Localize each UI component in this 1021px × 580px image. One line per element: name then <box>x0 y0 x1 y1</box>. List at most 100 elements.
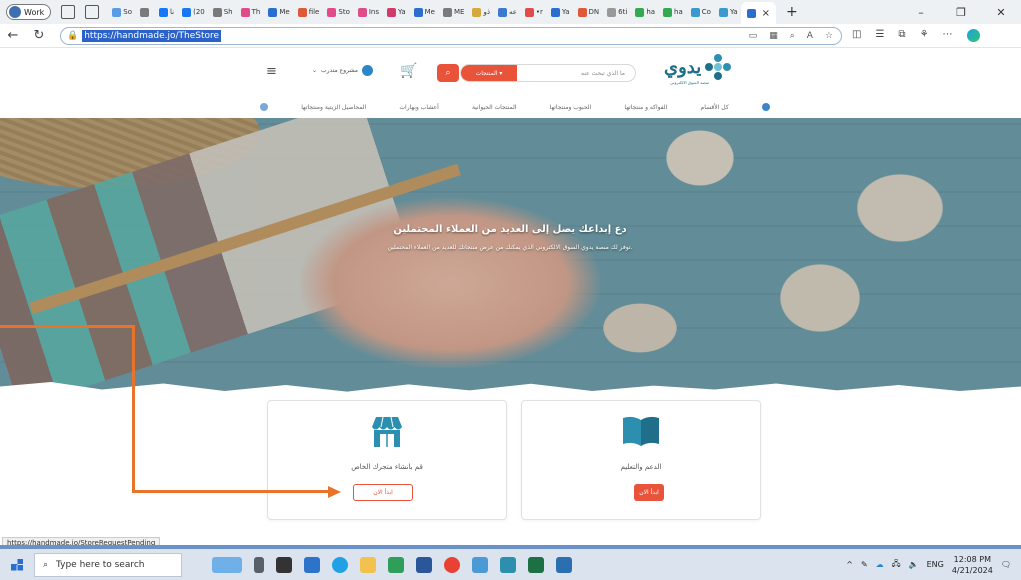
pen-icon[interactable]: ✎ <box>861 560 868 569</box>
tab-favicon-icon <box>663 7 673 17</box>
favorites-icon[interactable]: ☰ <box>875 29 884 42</box>
browser-tab[interactable]: DN <box>575 3 603 21</box>
browser-tab[interactable]: ha <box>632 3 658 21</box>
close-window-icon[interactable]: ✕ <box>981 6 1021 19</box>
browser-tab[interactable]: ذو <box>469 3 493 21</box>
more-icon[interactable]: ⋯ <box>943 29 953 42</box>
network-icon[interactable]: 🖧 <box>892 558 901 572</box>
refresh-icon[interactable]: ↻ <box>26 28 52 43</box>
tab-favicon-icon <box>297 7 307 17</box>
browser-tab[interactable]: file <box>295 3 323 21</box>
screen: Work So نا (20 Sh Th Me file Sto Ins Ya Me ME ذو عه •r… <box>0 0 1021 580</box>
browser-tab[interactable]: Ya <box>548 3 573 21</box>
browser-tab[interactable]: نا <box>156 3 177 21</box>
browser-tab[interactable] <box>137 3 154 21</box>
nav-item-oilcrops[interactable]: المحاصيل الزيتية ومنتجاتها <box>301 104 366 111</box>
split-screen-icon[interactable]: ◫ <box>852 29 861 42</box>
volume-icon[interactable]: 🔈 <box>909 560 919 569</box>
account-menu[interactable]: ⌄ مشروع متدرب <box>312 65 374 76</box>
nav-item-all[interactable]: كل الأقسام <box>701 104 729 111</box>
hamburger-menu-icon[interactable]: ≡ <box>266 64 277 79</box>
browser-tab[interactable]: ME <box>440 3 467 21</box>
tab-actions-icon[interactable] <box>85 5 100 19</box>
site-header: يدوي منصة السوق الالكتروني المنتجات ▾ ما… <box>0 48 1021 118</box>
hero-overlay <box>0 118 1021 395</box>
annotation-line <box>0 325 135 328</box>
search-button[interactable]: ⌕ <box>437 64 459 82</box>
profile-button[interactable]: Work <box>6 4 52 20</box>
widgets-icon[interactable] <box>212 556 242 573</box>
paint-icon[interactable] <box>556 556 572 573</box>
annotation-arrow-icon <box>328 486 341 498</box>
nav-item-animal[interactable]: المنتجات الحيوانية <box>472 104 516 111</box>
browser-tab[interactable]: Me <box>411 3 438 21</box>
browser-tab[interactable]: Me <box>265 3 292 21</box>
apps-icon[interactable]: ▦ <box>769 31 778 41</box>
search-input[interactable]: ما الذي تبحث عنه <box>517 70 635 77</box>
workspaces-icon[interactable] <box>61 5 76 19</box>
teams-icon[interactable] <box>304 556 320 573</box>
favorite-icon[interactable]: ☆ <box>825 31 833 41</box>
search-category-select[interactable]: المنتجات ▾ <box>461 65 517 81</box>
nav-item-herbs[interactable]: أعشاب وبهارات <box>399 104 438 111</box>
copilot-icon[interactable] <box>966 29 980 42</box>
restore-icon[interactable]: ❐ <box>941 6 981 19</box>
nav-item-grains[interactable]: الحبوب ومنتجاتها <box>550 104 592 111</box>
browser-tab[interactable]: ha <box>660 3 686 21</box>
notifications-icon[interactable]: 🗨 <box>1001 560 1011 569</box>
browser-tab[interactable]: Sto <box>324 3 352 21</box>
start-button[interactable] <box>0 558 34 571</box>
excel-icon[interactable] <box>528 556 544 573</box>
tray-chevron-icon[interactable]: ^ <box>846 560 853 569</box>
mail-icon[interactable] <box>472 556 488 573</box>
edge-icon[interactable] <box>332 556 348 573</box>
browser-tab[interactable]: Co <box>688 3 714 21</box>
back-icon[interactable]: ← <box>0 28 26 43</box>
extensions-icon[interactable]: ⚘ <box>920 29 929 42</box>
zoom-icon[interactable]: ⌕ <box>790 31 795 41</box>
terminal-icon[interactable] <box>276 556 292 573</box>
collections-icon[interactable]: ⧉ <box>898 29 905 42</box>
browser-tab[interactable]: 6ti <box>604 3 630 21</box>
browser-tab[interactable]: (20 <box>179 3 208 21</box>
file-explorer-icon[interactable] <box>360 556 376 573</box>
logo-subtitle: منصة السوق الالكتروني <box>670 80 710 85</box>
onedrive-icon[interactable]: ☁ <box>876 560 884 569</box>
browser-tab[interactable]: So <box>109 3 135 21</box>
url-input[interactable]: 🔒 https://handmade.jo/TheStore ▭ ▦ ⌕ A ☆ <box>60 26 842 45</box>
read-aloud-icon[interactable]: A <box>807 31 813 41</box>
browser-tab[interactable]: Ya <box>716 3 741 21</box>
reader-icon[interactable]: ▭ <box>749 31 758 41</box>
language-indicator[interactable]: ENG <box>927 560 944 569</box>
support-learning-title: الدعم والتعليم <box>620 463 662 471</box>
tab-active[interactable]: × <box>740 2 776 24</box>
tab-close-icon[interactable]: × <box>762 8 770 19</box>
storefront-icon <box>372 416 402 447</box>
start-support-button[interactable]: ابدأ الان <box>634 484 664 501</box>
nav-prev-icon[interactable] <box>260 103 268 111</box>
new-tab-button[interactable]: + <box>786 4 798 20</box>
browser-tab[interactable]: Th <box>238 3 264 21</box>
tab-favicon-icon <box>159 7 168 17</box>
taskbar-search[interactable]: ⌕ Type here to search <box>34 552 182 577</box>
word-icon[interactable] <box>416 556 432 573</box>
start-store-button[interactable]: ابدأ الان <box>353 484 413 501</box>
chrome-icon[interactable] <box>444 556 460 573</box>
cart-icon[interactable]: 🛒 <box>400 63 417 79</box>
site-logo[interactable]: يدوي منصة السوق الالكتروني <box>664 54 732 85</box>
browser-tab[interactable]: Ins <box>355 3 382 21</box>
clock[interactable]: 12:08 PM 4/21/2024 <box>952 554 993 576</box>
taskbar-apps <box>212 556 572 573</box>
nav-next-icon[interactable] <box>761 103 770 111</box>
nav-item-fruits[interactable]: الفواكه و منتجاتها <box>624 104 667 111</box>
planner-icon[interactable] <box>388 556 404 573</box>
lock-icon: 🔒 <box>67 30 79 41</box>
app-icon[interactable] <box>500 556 516 573</box>
browser-tab[interactable]: Sh <box>210 3 236 21</box>
minimize-icon[interactable]: – <box>901 6 941 19</box>
browser-tab[interactable]: •r <box>522 3 546 21</box>
browser-tab[interactable]: عه <box>495 3 520 21</box>
browser-tab[interactable]: Ya <box>384 3 409 21</box>
task-view-icon[interactable] <box>254 556 264 573</box>
tab-label: ha <box>646 8 656 16</box>
